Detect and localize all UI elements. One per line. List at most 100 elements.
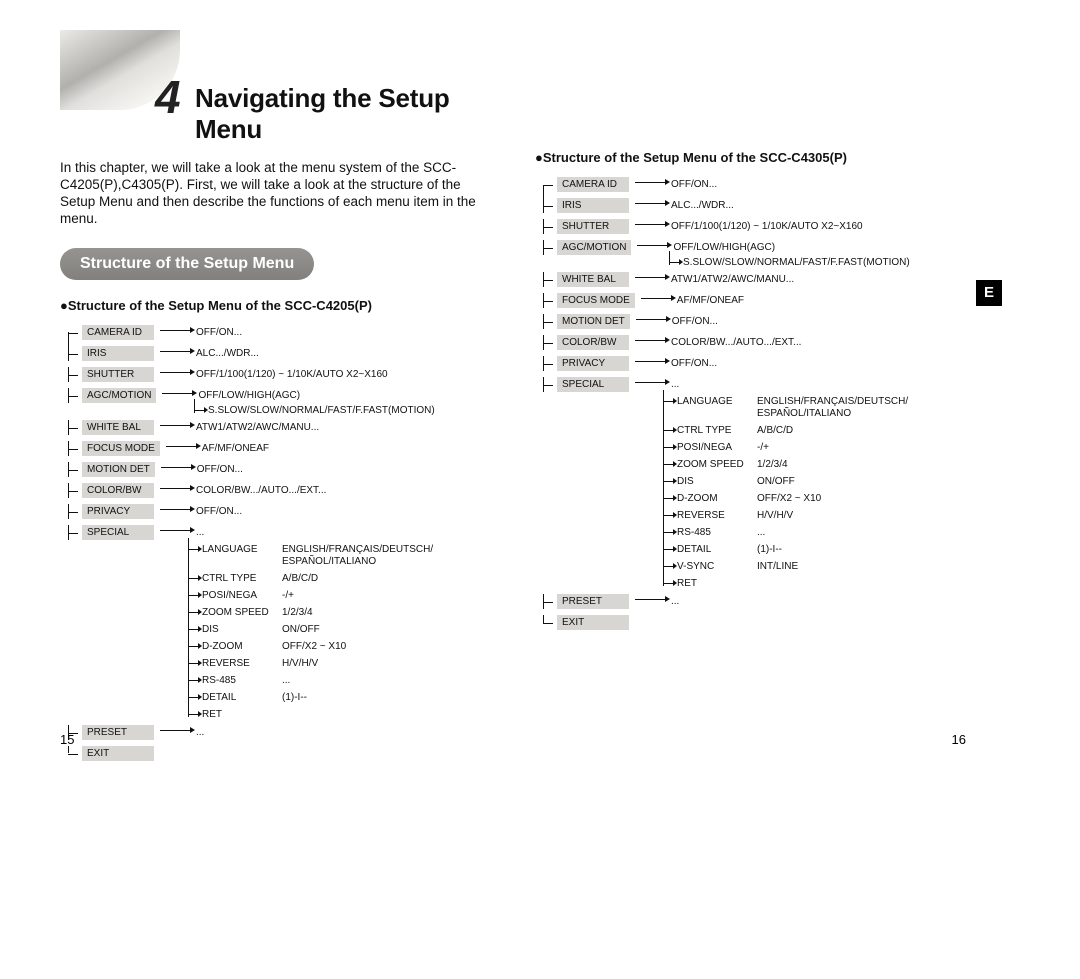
sub-menu: LANGUAGEENGLISH/FRANÇAIS/DEUTSCH/ESPAÑOL… <box>663 396 966 589</box>
sub-menu-row: POSI/NEGA -/+ <box>663 442 966 454</box>
menu-row: AGC/MOTIONOFF/LOW/HIGH(AGC) <box>543 240 966 255</box>
sub-menu-value: ENGLISH/FRANÇAIS/DEUTSCH/ESPAÑOL/ITALIAN… <box>757 396 908 420</box>
sub-menu-label: POSI/NEGA <box>202 590 278 601</box>
sub-menu-label: RS-485 <box>202 675 278 686</box>
menu-label: FOCUS MODE <box>557 293 635 308</box>
arrow-icon <box>635 198 671 208</box>
sub-menu-row: V-SYNC INT/LINE <box>663 561 966 573</box>
menu-value: OFF/ON... <box>671 356 717 370</box>
menu-row: IRISALC.../WDR... <box>543 198 966 213</box>
arrow-icon <box>160 725 196 735</box>
sub-menu-value: H/V/H/V <box>757 510 793 522</box>
menu-label: EXIT <box>82 746 154 761</box>
sub-menu-value: (1)-I-- <box>757 544 782 556</box>
sub-menu-label: POSI/NEGA <box>677 442 753 453</box>
right-menu-tree: CAMERA IDOFF/ON...IRISALC.../WDR...SHUTT… <box>543 177 966 630</box>
menu-row: SHUTTEROFF/1/100(1/120) ~ 1/10K/AUTO X2~… <box>68 367 485 382</box>
sub-menu-value: ... <box>757 527 765 539</box>
arrow-icon <box>160 525 196 535</box>
menu-label: SHUTTER <box>557 219 629 234</box>
menu-row: EXIT <box>543 615 966 630</box>
sub-menu-value: ON/OFF <box>282 624 320 636</box>
sub-menu-row: RS-485... <box>188 675 485 687</box>
sub-menu-row: POSI/NEGA-/+ <box>188 590 485 602</box>
arrow-icon <box>635 377 671 387</box>
intro-text: In this chapter, we will take a look at … <box>60 160 485 228</box>
menu-value: ATW1/ATW2/AWC/MANU... <box>671 272 794 286</box>
menu-value: OFF/1/100(1/120) ~ 1/10K/AUTO X2~X160 <box>671 219 863 233</box>
menu-row: SHUTTER OFF/1/100(1/120) ~ 1/10K/AUTO X2~… <box>543 219 966 234</box>
sub-menu-row: REVERSE H/V/H/V <box>188 658 485 670</box>
sub-menu-label: LANGUAGE <box>202 544 278 555</box>
arrow-icon <box>160 483 196 493</box>
arrow-icon <box>635 272 671 282</box>
sub-menu-row: CTRL TYPEA/B/C/D <box>188 573 485 585</box>
sub-menu-label: DIS <box>202 624 278 635</box>
sub-menu: LANGUAGE ENGLISH/FRANÇAIS/DEUTSCH/ESPAÑOL… <box>188 544 485 720</box>
menu-row: FOCUS MODEAF/MF/ONEAF <box>68 441 485 456</box>
menu-row: FOCUS MODE AF/MF/ONEAF <box>543 293 966 308</box>
menu-label: MOTION DET <box>82 462 155 477</box>
sub-menu-value: A/B/C/D <box>757 425 793 437</box>
menu-label: MOTION DET <box>557 314 630 329</box>
sub-menu-row: DETAIL(1)-I-- <box>188 692 485 704</box>
arrow-icon <box>160 420 196 430</box>
menu-label: AGC/MOTION <box>557 240 631 255</box>
menu-value: ... <box>196 525 204 539</box>
sub-menu-label: ZOOM SPEED <box>202 607 278 618</box>
menu-value: OFF/LOW/HIGH(AGC) <box>198 388 300 402</box>
page-number-left: 15 <box>60 732 74 747</box>
sub-menu-value: -/+ <box>757 442 769 454</box>
menu-extra-value: S.SLOW/SLOW/NORMAL/FAST/F.FAST(MOTION) <box>669 257 966 268</box>
sub-menu-row: D-ZOOMOFF/X2 ~ X10 <box>663 493 966 505</box>
menu-label: WHITE BAL <box>557 272 629 287</box>
sub-menu-value: INT/LINE <box>757 561 798 573</box>
menu-value: OFF/ON... <box>196 504 242 518</box>
sub-menu-row: ZOOM SPEED1/2/3/4 <box>663 459 966 471</box>
sub-menu-label: D-ZOOM <box>202 641 278 652</box>
arrow-icon <box>636 314 672 324</box>
menu-label: WHITE BAL <box>82 420 154 435</box>
menu-label: CAMERA ID <box>82 325 154 340</box>
sub-menu-label: CTRL TYPE <box>202 573 278 584</box>
menu-row: PRESET... <box>543 594 966 609</box>
arrow-icon <box>635 177 671 187</box>
menu-row: IRISALC.../WDR... <box>68 346 485 361</box>
menu-row: WHITE BAL ATW1/ATW2/AWC/MANU... <box>543 272 966 287</box>
menu-value: ... <box>671 377 679 391</box>
menu-row: COLOR/BWCOLOR/BW.../AUTO.../EXT... <box>68 483 485 498</box>
sub-menu-value: ENGLISH/FRANÇAIS/DEUTSCH/ESPAÑOL/ITALIAN… <box>282 544 433 568</box>
arrow-icon <box>635 219 671 229</box>
menu-row: MOTION DET OFF/ON... <box>543 314 966 329</box>
arrow-icon <box>641 293 677 303</box>
sub-menu-value: H/V/H/V <box>282 658 318 670</box>
menu-label: COLOR/BW <box>557 335 629 350</box>
section-heading: Structure of the Setup Menu <box>60 248 314 280</box>
sub-menu-value: ON/OFF <box>757 476 795 488</box>
menu-value: AF/MF/ONEAF <box>677 293 744 307</box>
menu-value: OFF/ON... <box>672 314 718 328</box>
menu-label: SPECIAL <box>557 377 629 392</box>
sub-menu-label: REVERSE <box>202 658 278 669</box>
menu-value: COLOR/BW.../AUTO.../EXT... <box>196 483 326 497</box>
arrow-icon <box>160 504 196 514</box>
menu-row: CAMERA IDOFF/ON... <box>68 325 485 340</box>
menu-value: ALC.../WDR... <box>671 198 734 212</box>
sub-menu-label: V-SYNC <box>677 561 753 572</box>
menu-extra-value: S.SLOW/SLOW/NORMAL/FAST/F.FAST(MOTION) <box>194 405 485 416</box>
menu-label: PRESET <box>82 725 154 740</box>
menu-label: EXIT <box>557 615 629 630</box>
arrow-icon <box>635 356 671 366</box>
page-number-right: 16 <box>952 732 966 747</box>
menu-value: AF/MF/ONEAF <box>202 441 269 455</box>
sub-menu-label: DIS <box>677 476 753 487</box>
arrow-icon <box>635 594 671 604</box>
arrow-icon <box>161 462 197 472</box>
arrow-icon <box>162 388 198 398</box>
sub-menu-value: OFF/X2 ~ X10 <box>282 641 346 653</box>
sub-menu-value: 1/2/3/4 <box>757 459 788 471</box>
menu-row: AGC/MOTIONOFF/LOW/HIGH(AGC) <box>68 388 485 403</box>
sub-menu-value: (1)-I-- <box>282 692 307 704</box>
menu-value: ... <box>671 594 679 608</box>
right-page: ●Structure of the Setup Menu of the SCC-… <box>505 0 1010 767</box>
